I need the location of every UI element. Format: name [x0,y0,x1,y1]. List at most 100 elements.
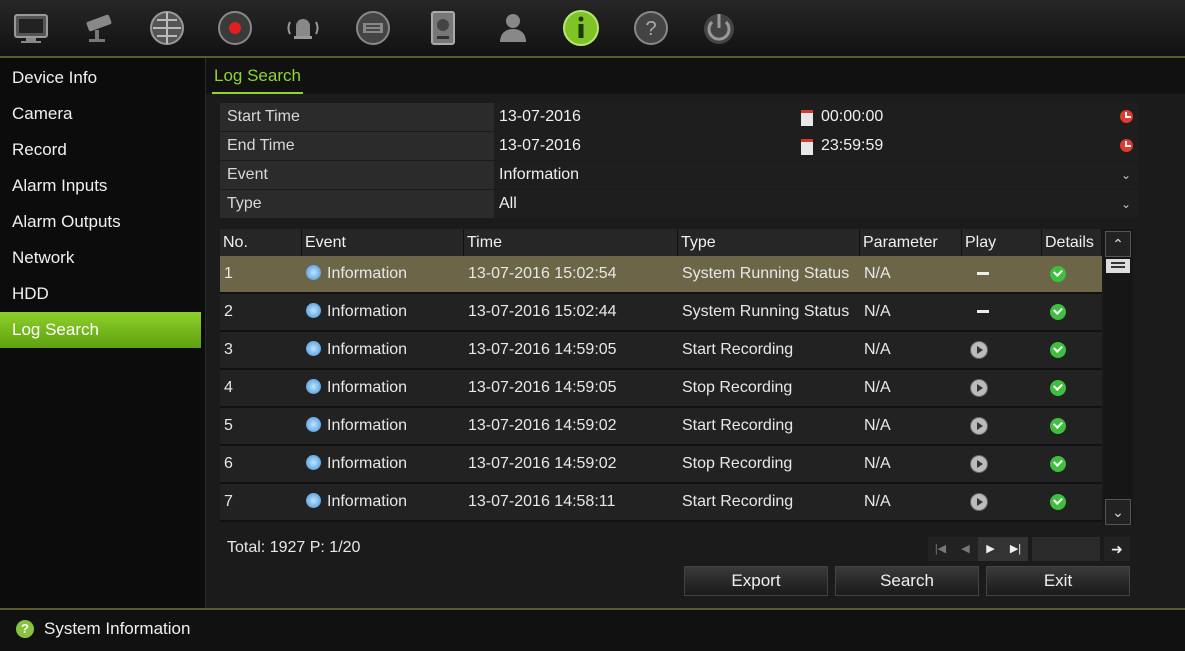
tab-bar: Log Search [206,58,1185,94]
details-check-icon[interactable] [1050,493,1066,510]
search-button[interactable]: Search [835,566,979,596]
no-playback-icon [977,272,989,276]
clock-icon[interactable] [1120,110,1133,123]
user-icon[interactable] [490,6,536,50]
sidebar: Device Info Camera Record Alarm Inputs A… [0,58,206,608]
column-header[interactable]: Event [302,229,464,256]
details-check-icon[interactable] [1050,417,1066,434]
column-header[interactable]: No. [220,229,302,256]
column-header[interactable]: Details [1042,229,1102,256]
details-check-icon[interactable] [1050,341,1066,358]
first-page-icon[interactable]: |◀ [928,537,953,561]
prev-page-icon[interactable]: ◀ [953,537,978,561]
table-row[interactable]: 4 Information 13-07-2016 14:59:05 Stop R… [220,370,1102,408]
row-number: 5 [224,417,233,434]
page-number-input[interactable] [1032,537,1100,561]
column-header[interactable]: Parameter [860,229,962,256]
start-date-value: 13-07-2016 [499,108,581,125]
chevron-down-icon: ⌄ [1120,197,1131,211]
main-panel: Log Search Start Time 13-07-2016 00:00:0… [206,58,1185,608]
camera-icon[interactable] [76,6,122,50]
tab-log-search[interactable]: Log Search [212,64,303,94]
play-icon[interactable] [970,378,988,397]
status-text: System Information [44,619,191,638]
event-value: Information [499,166,580,183]
table-row[interactable]: 6 Information 13-07-2016 14:59:02 Stop R… [220,446,1102,484]
row-number: 3 [224,341,233,358]
row-event: Information [327,341,408,358]
sidebar-item-log-search[interactable]: Log Search [0,312,201,348]
hdd-icon[interactable] [420,6,466,50]
table-scrollbar[interactable]: ⌃ ⌄ [1103,229,1133,525]
sidebar-item-camera[interactable]: Camera [0,96,205,132]
start-time-value: 00:00:00 [821,108,884,125]
column-header[interactable]: Time [464,229,678,256]
calendar-icon[interactable] [801,110,813,126]
record-icon[interactable] [212,6,258,50]
row-time: 13-07-2016 15:02:54 [468,265,617,282]
sidebar-item-alarm-outputs[interactable]: Alarm Outputs [0,204,205,240]
sidebar-item-hdd[interactable]: HDD [0,276,205,312]
table-header: No. Event Time Type Parameter Play Detai… [220,229,1102,256]
end-date-field[interactable]: 13-07-2016 [494,132,819,160]
row-number: 4 [224,379,233,396]
column-header[interactable]: Type [678,229,860,256]
table-row[interactable]: 3 Information 13-07-2016 14:59:05 Start … [220,332,1102,370]
table-row[interactable]: 1 Information 13-07-2016 15:02:54 System… [220,256,1102,294]
go-arrow-icon[interactable]: ➜ [1104,537,1130,561]
device-icon[interactable] [350,6,396,50]
network-icon[interactable] [144,6,190,50]
status-bar: ? System Information [0,608,1185,651]
sidebar-item-alarm-inputs[interactable]: Alarm Inputs [0,168,205,204]
information-icon [306,341,321,356]
end-time-value: 23:59:59 [821,137,884,154]
pagination: |◀ ◀ ▶ ▶| [928,537,1028,561]
sidebar-item-network[interactable]: Network [0,240,205,276]
calendar-icon[interactable] [801,139,813,155]
start-date-field[interactable]: 13-07-2016 [494,103,819,131]
details-check-icon[interactable] [1050,379,1066,396]
clock-icon[interactable] [1120,139,1133,152]
export-button[interactable]: Export [684,566,828,596]
info-icon[interactable] [558,6,604,50]
information-icon [306,417,321,432]
row-time: 13-07-2016 14:58:11 [468,493,616,510]
details-check-icon[interactable] [1050,303,1066,320]
type-label: Type [220,190,499,218]
information-icon [306,455,321,470]
type-select[interactable]: All ⌄ [494,190,1139,218]
row-number: 7 [224,493,233,510]
row-number: 1 [224,265,233,282]
row-type: System Running Status [682,265,850,282]
event-select[interactable]: Information ⌄ [494,161,1139,189]
information-icon [306,265,321,280]
table-row[interactable]: 2 Information 13-07-2016 15:02:44 System… [220,294,1102,332]
play-icon[interactable] [970,454,988,473]
start-time-field[interactable]: 00:00:00 [816,103,1139,131]
table-row[interactable]: 7 Information 13-07-2016 14:58:11 Start … [220,484,1102,522]
play-icon[interactable] [970,416,988,435]
next-page-icon[interactable]: ▶ [978,537,1003,561]
row-type: Start Recording [682,493,794,510]
help-icon[interactable]: ? [628,6,674,50]
alarm-icon[interactable] [280,6,326,50]
scroll-down-icon[interactable]: ⌄ [1105,499,1131,525]
scroll-up-icon[interactable]: ⌃ [1105,231,1131,257]
sidebar-item-record[interactable]: Record [0,132,205,168]
column-header[interactable]: Play [962,229,1042,256]
play-icon[interactable] [970,492,988,511]
last-page-icon[interactable]: ▶| [1003,537,1028,561]
table-row[interactable]: 5 Information 13-07-2016 14:59:02 Start … [220,408,1102,446]
play-icon[interactable] [970,340,988,359]
row-number: 6 [224,455,233,472]
sidebar-item-device-info[interactable]: Device Info [0,60,205,96]
details-check-icon[interactable] [1050,265,1066,282]
monitor-icon[interactable] [8,6,54,50]
log-table: No. Event Time Type Parameter Play Detai… [220,229,1102,522]
end-time-field[interactable]: 23:59:59 [816,132,1139,160]
scroll-thumb[interactable] [1106,259,1130,273]
row-event: Information [327,493,408,510]
details-check-icon[interactable] [1050,455,1066,472]
exit-button[interactable]: Exit [986,566,1130,596]
power-icon[interactable] [696,6,742,50]
